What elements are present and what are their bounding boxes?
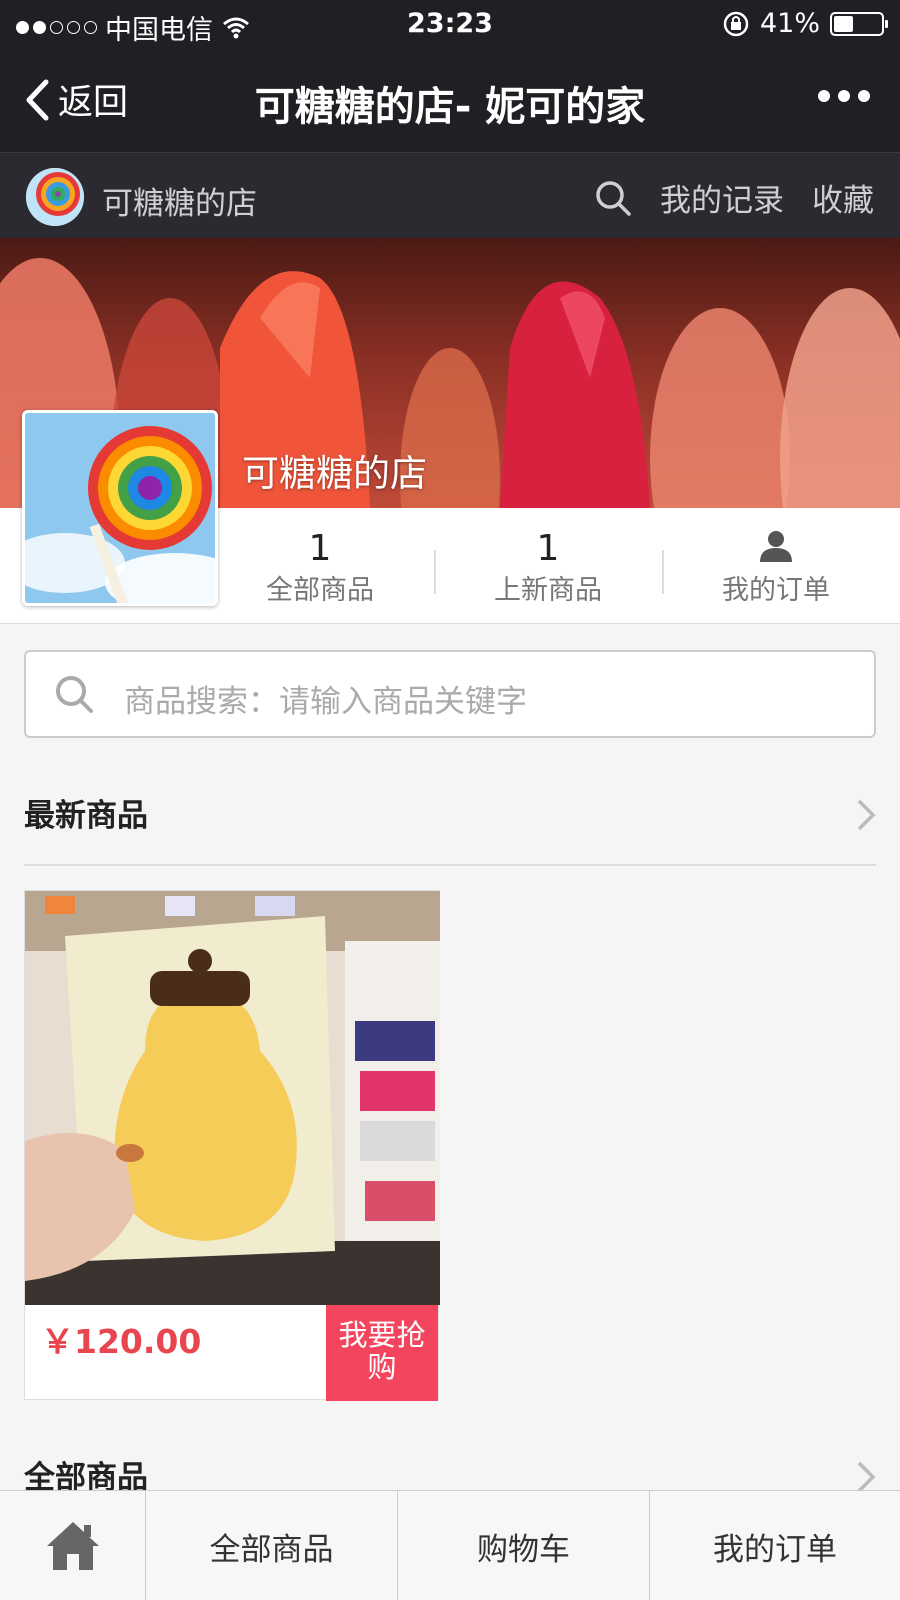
search-placeholder: 商品搜索：请输入商品关键字 [124,684,527,720]
tab-cart[interactable]: 购物车 [397,1491,649,1600]
status-bar: 中国电信 23:23 41% [0,0,900,50]
rotation-lock-icon [723,11,749,36]
my-orders-stat[interactable]: 我的订单 [662,508,890,624]
all-products-stat[interactable]: 1 全部商品 [206,508,434,624]
battery-percent: 41% [759,8,820,39]
home-icon [46,1522,99,1570]
lollipop-logo-icon [25,413,215,603]
more-dot-icon [818,90,830,102]
user-icon [662,528,890,568]
product-price: ￥120.00 [41,1322,202,1361]
product-image[interactable] [25,891,440,1305]
shop-avatar[interactable] [26,168,84,226]
shop-name[interactable]: 可糖糖的店 [102,178,257,223]
search-icon [56,676,93,713]
buy-now-button[interactable]: 我要抢购 [326,1305,438,1401]
shop-logo[interactable] [22,410,218,606]
more-dot-icon [838,90,850,102]
lollipop-icon [26,168,84,226]
chevron-right-icon [857,1461,876,1493]
my-records-link[interactable]: 我的记录 [660,175,784,220]
chevron-right-icon [857,799,876,831]
new-products-label: 上新商品 [494,575,602,606]
honey-mask-product-photo [25,891,440,1305]
all-products-count: 1 [308,528,332,569]
product-card[interactable]: ￥120.00 我要抢购 [24,890,440,1401]
nav-bar: 返回 可糖糖的店- 妮可的家 [0,50,900,152]
search-icon[interactable] [594,179,632,217]
latest-products-header[interactable]: 最新商品 [24,790,876,866]
banner-shop-name: 可糖糖的店 [242,452,427,495]
battery-icon [830,11,888,36]
more-options-button[interactable] [818,90,870,102]
page-title: 可糖糖的店- 妮可的家 [254,84,646,130]
new-products-stat[interactable]: 1 上新商品 [434,508,662,624]
shop-header-bar: 可糖糖的店 我的记录 收藏 [0,152,900,238]
new-products-count: 1 [536,528,560,569]
favorite-link[interactable]: 收藏 [812,175,874,220]
tab-home[interactable] [0,1491,145,1600]
product-search-input[interactable]: 商品搜索：请输入商品关键字 [24,650,876,738]
tab-my-orders[interactable]: 我的订单 [649,1491,900,1600]
section-title: 最新商品 [24,798,148,834]
all-products-label: 全部商品 [266,575,374,606]
my-orders-label: 我的订单 [722,575,830,606]
more-dot-icon [858,90,870,102]
tab-all-products[interactable]: 全部商品 [145,1491,397,1600]
bottom-tab-bar: 全部商品 购物车 我的订单 [0,1490,900,1600]
